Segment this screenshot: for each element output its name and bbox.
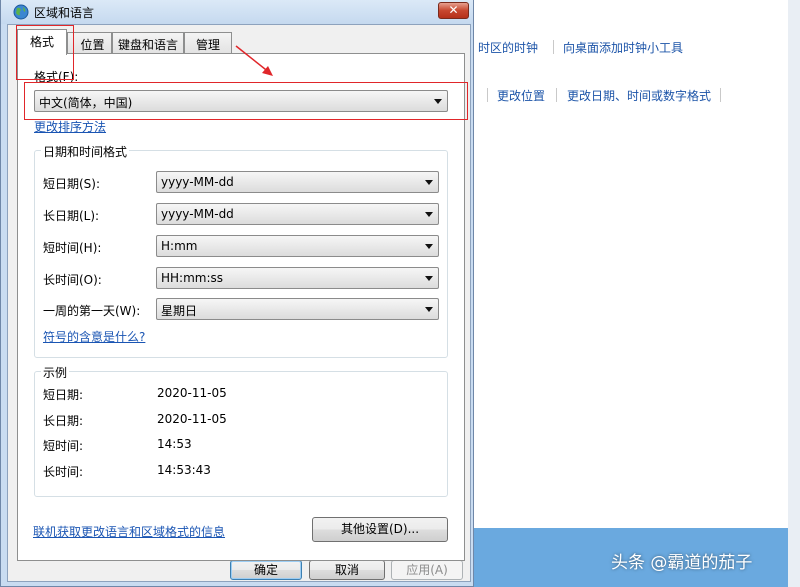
annotation-arrow (235, 45, 273, 76)
